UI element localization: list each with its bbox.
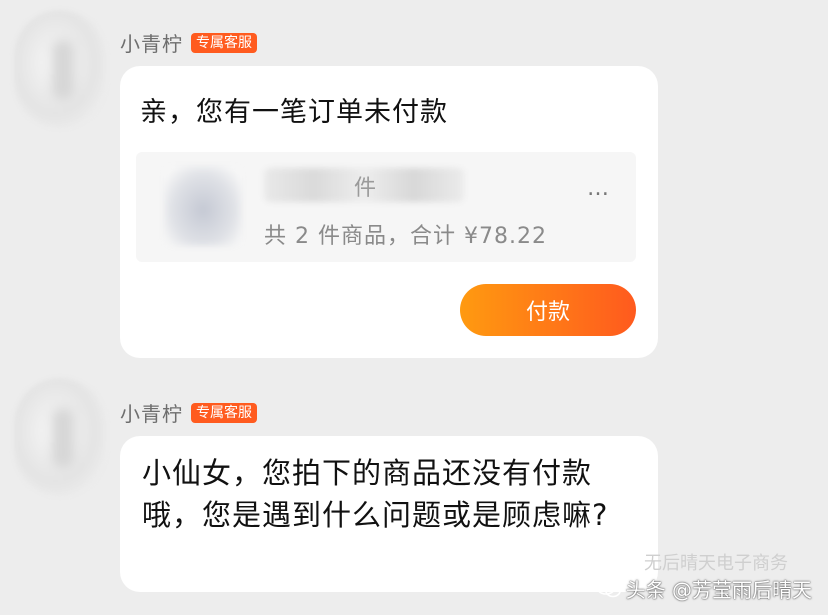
order-card-title: 亲，您有一笔订单未付款 bbox=[140, 97, 448, 128]
sender-row: 小青柠 专属客服 bbox=[120, 28, 257, 57]
product-name-text: 件 bbox=[354, 176, 381, 201]
sender-row: 小青柠 专属客服 bbox=[120, 398, 257, 427]
service-badge: 专属客服 bbox=[191, 402, 257, 423]
sender-name: 小青柠 bbox=[120, 402, 183, 426]
watermark-text: 头条 @芳莹雨后晴天 bbox=[625, 578, 812, 602]
wechat-icon bbox=[595, 578, 621, 597]
message-text: 小仙女，您拍下的商品还没有付款哦，您是遇到什么问题或是顾虑嘛? bbox=[142, 456, 609, 532]
watermark: 头条 @芳莹雨后晴天 bbox=[595, 574, 812, 603]
sender-name: 小青柠 bbox=[120, 32, 183, 56]
order-summary: 共 2 件商品，合计 ¥78.22 bbox=[264, 224, 547, 249]
order-card[interactable]: 亲，您有一笔订单未付款 件 … 共 2 件商品，合计 ¥78.22 付款 bbox=[120, 66, 658, 358]
service-badge: 专属客服 bbox=[191, 32, 257, 53]
avatar[interactable] bbox=[14, 378, 106, 496]
avatar[interactable] bbox=[14, 10, 106, 128]
order-item[interactable]: 件 … 共 2 件商品，合计 ¥78.22 bbox=[136, 152, 636, 262]
pay-button[interactable]: 付款 bbox=[460, 284, 636, 336]
product-name: 件 … bbox=[264, 170, 613, 202]
watermark-top-text: 无后晴天电子商务 bbox=[644, 553, 788, 574]
product-name-ellipsis: … bbox=[587, 176, 614, 201]
product-thumbnail bbox=[164, 166, 242, 246]
message-bubble[interactable]: 小仙女，您拍下的商品还没有付款哦，您是遇到什么问题或是顾虑嘛? bbox=[120, 436, 658, 592]
